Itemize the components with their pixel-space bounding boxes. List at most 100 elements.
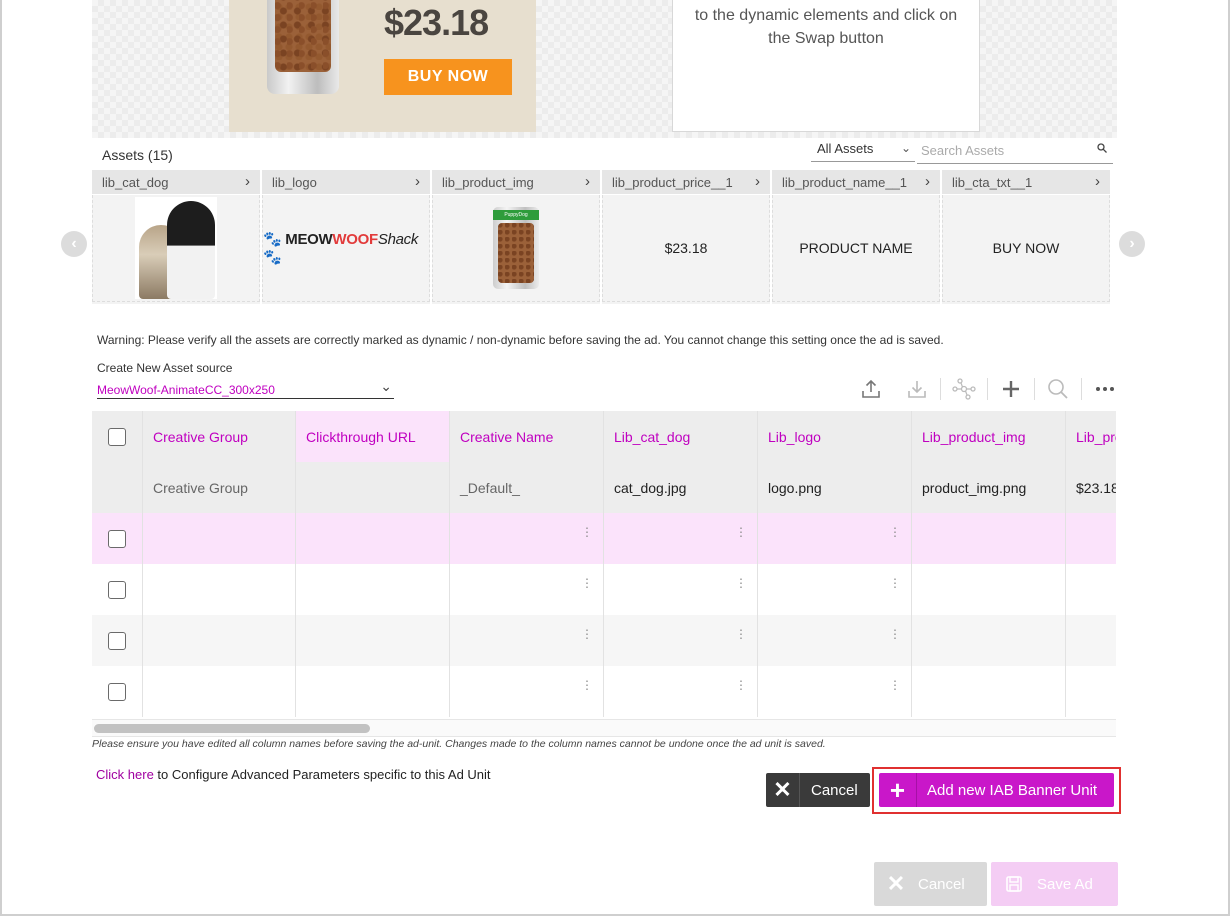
grid-cell[interactable]: ⋮ [758,666,912,717]
cell-menu-icon[interactable]: ⋮ [735,526,747,538]
cell-menu-icon[interactable]: ⋮ [581,628,593,640]
column-header[interactable]: Lib_pro [1066,411,1116,462]
cell-menu-icon[interactable]: ⋮ [735,577,747,589]
grid-cell[interactable]: $23.18 [1066,462,1116,513]
grid-cell[interactable] [1066,513,1116,564]
column-header[interactable]: Creative Name [450,411,604,462]
assets-filter-select[interactable]: All Assets ⌄ [811,138,915,162]
cancel-button[interactable]: ✕ Cancel [766,773,870,807]
column-header[interactable]: Lib_cat_dog [604,411,758,462]
cell-menu-icon[interactable]: ⋮ [889,679,901,691]
grid-cell[interactable] [143,666,296,717]
asset-column-header[interactable]: lib_cta_txt__1 › [942,170,1110,195]
grid-cell[interactable]: cat_dog.jpg [604,462,758,513]
chevron-right-icon[interactable]: › [585,173,590,190]
row-select-cell[interactable] [92,615,143,666]
cell-menu-icon[interactable]: ⋮ [889,577,901,589]
network-button[interactable] [941,375,987,403]
cell-menu-icon[interactable]: ⋮ [581,679,593,691]
grid-cell[interactable]: ⋮ [604,564,758,615]
grid-cell[interactable] [1066,666,1116,717]
asset-column[interactable]: lib_logo › 🐾 MEOWWOOFShack 🐾 [262,170,430,304]
row-select-cell[interactable] [92,564,143,615]
cell-menu-icon[interactable]: ⋮ [889,526,901,538]
grid-cell[interactable]: logo.png [758,462,912,513]
grid-cell[interactable]: ⋮ [758,615,912,666]
chevron-right-icon[interactable]: › [755,173,760,190]
row-select-cell[interactable] [92,513,143,564]
advanced-params-link[interactable]: Click here [96,767,154,782]
grid-cell[interactable]: ⋮ [450,513,604,564]
row-checkbox[interactable] [108,682,126,701]
chevron-right-icon[interactable]: › [1095,173,1100,190]
column-header[interactable]: Lib_product_img [912,411,1066,462]
cell-menu-icon[interactable]: ⋮ [889,628,901,640]
grid-cell[interactable] [296,666,450,717]
grid-cell[interactable]: ⋮ [450,564,604,615]
add-iab-banner-unit-button[interactable]: + Add new IAB Banner Unit [879,773,1114,807]
more-button[interactable] [1082,375,1128,403]
grid-cell[interactable] [143,615,296,666]
asset-column[interactable]: lib_product_name__1 › PRODUCT NAME [772,170,940,304]
scrollbar-thumb[interactable] [94,724,370,733]
next-asset-icon[interactable]: › [1119,231,1145,257]
grid-cell[interactable]: ⋮ [758,564,912,615]
footer-cancel-button[interactable]: ✕ Cancel [874,862,987,906]
grid-cell[interactable] [143,513,296,564]
grid-cell[interactable] [912,513,1066,564]
grid-cell[interactable] [296,564,450,615]
row-checkbox[interactable] [108,427,126,446]
column-header[interactable]: Creative Group [143,411,296,462]
add-button[interactable] [988,375,1034,403]
asset-column[interactable]: lib_product_price__1 › $23.18 [602,170,770,304]
grid-cell[interactable]: ⋮ [758,513,912,564]
grid-cell[interactable]: ⋮ [604,513,758,564]
search-button[interactable] [1035,375,1081,403]
prev-asset-icon[interactable]: ‹ [61,231,87,257]
grid-cell[interactable] [912,564,1066,615]
row-checkbox[interactable] [108,631,126,650]
grid-cell[interactable] [912,666,1066,717]
grid-cell[interactable] [143,564,296,615]
chevron-right-icon[interactable]: › [415,173,420,190]
column-header[interactable]: Lib_logo [758,411,912,462]
row-checkbox[interactable] [108,580,126,599]
cell-menu-icon[interactable]: ⋮ [735,679,747,691]
upload-button[interactable] [848,375,894,403]
asset-column-header[interactable]: lib_product_name__1 › [772,170,940,195]
assets-search-input[interactable]: Search Assets [917,140,1113,164]
grid-cell[interactable] [296,513,450,564]
grid-cell[interactable]: Creative Group [143,462,296,513]
save-ad-button[interactable]: Save Ad [991,862,1118,906]
grid-cell[interactable]: ⋮ [604,615,758,666]
row-select-cell[interactable] [92,666,143,717]
cell-menu-icon[interactable]: ⋮ [581,577,593,589]
grid-horizontal-scrollbar[interactable] [92,719,1116,737]
cell-menu-icon[interactable]: ⋮ [581,526,593,538]
asset-column[interactable]: lib_cat_dog › [92,170,260,304]
grid-cell[interactable]: ⋮ [450,666,604,717]
asset-column[interactable]: lib_cta_txt__1 › BUY NOW [942,170,1110,304]
row-select-cell[interactable] [92,411,143,462]
grid-cell[interactable] [296,462,450,513]
asset-source-select[interactable]: MeowWoof-AnimateCC_300x250 ⌄ [97,377,394,399]
asset-column-header[interactable]: lib_cat_dog › [92,170,260,195]
chevron-right-icon[interactable]: › [925,173,930,190]
chevron-right-icon[interactable]: › [245,173,250,190]
row-checkbox[interactable] [108,529,126,548]
grid-cell[interactable] [1066,615,1116,666]
row-select-cell[interactable] [92,462,143,513]
cell-menu-icon[interactable]: ⋮ [735,628,747,640]
asset-column-header[interactable]: lib_product_img › [432,170,600,195]
asset-column-header[interactable]: lib_product_price__1 › [602,170,770,195]
grid-cell[interactable]: ⋮ [450,615,604,666]
column-header[interactable]: Clickthrough URL [296,411,450,462]
grid-cell[interactable]: ⋮ [604,666,758,717]
grid-cell[interactable] [912,615,1066,666]
grid-cell[interactable]: _Default_ [450,462,604,513]
grid-cell[interactable]: product_img.png [912,462,1066,513]
grid-cell[interactable] [1066,564,1116,615]
asset-column[interactable]: lib_product_img › PuppyDog [432,170,600,304]
download-button[interactable] [894,375,940,403]
grid-cell[interactable] [296,615,450,666]
